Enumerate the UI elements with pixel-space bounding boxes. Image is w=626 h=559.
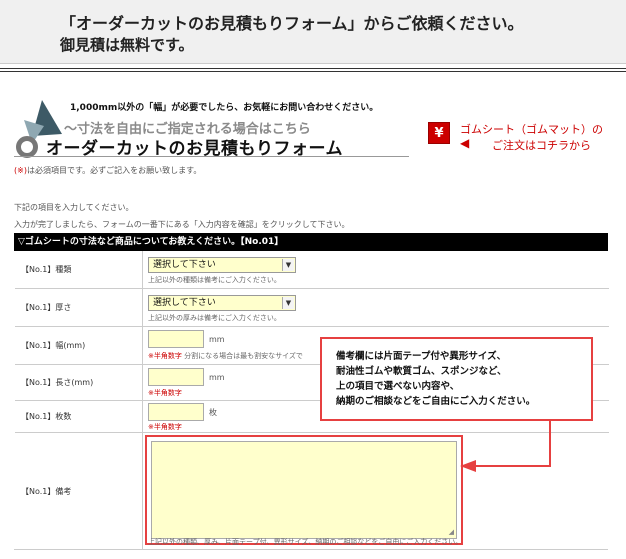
banner-subline: 御見積は無料です。 [60, 36, 194, 54]
length-input[interactable] [148, 368, 204, 386]
form-row-thickness: 【No.1】厚さ 選択して下さい ▼ 上記以外の厚みは備考にご入力ください。 [15, 289, 609, 327]
resize-handle-icon[interactable]: ◢ [449, 528, 454, 536]
yen-icon[interactable]: ¥ [428, 122, 450, 144]
callout-connector [549, 421, 551, 466]
unit-label: mm [209, 373, 225, 382]
circle-bullet-icon [16, 136, 38, 158]
required-note-text: は必須項目です。必ずご記入をお願い致します。 [26, 166, 202, 175]
field-label: 【No.1】幅(mm) [15, 327, 143, 364]
remarks-textarea[interactable]: ◢ [151, 441, 457, 539]
field-label: 【No.1】備考 [15, 433, 143, 549]
callout-line: 上の項目で選べない内容や、 [336, 381, 460, 392]
thickness-select[interactable]: 選択して下さい ▼ [148, 295, 296, 311]
arrow-left-icon: ◀ [460, 136, 470, 150]
section-header: ▽ゴムシートの寸法など商品についてお教えください。【No.01】 [14, 233, 608, 251]
field-hint: 上記以外の種類、厚み、片面テープ付、異形サイズ、納期のご相談などをご自由にご入力… [148, 538, 463, 546]
required-note: (※)は必須項目です。必ずご記入をお願い致します。 [14, 165, 201, 176]
quantity-input[interactable] [148, 403, 204, 421]
width-inquiry-note: 1,000mm以外の「幅」が必要でしたら、お気軽にお問い合わせください。 [70, 103, 379, 113]
width-input[interactable] [148, 330, 204, 348]
select-value: 選択して下さい [153, 260, 216, 270]
callout-line: 納期のご相談などをご自由にご入力ください。 [336, 396, 536, 407]
arrow-left-icon [460, 460, 476, 472]
chevron-down-icon[interactable]: ▼ [282, 297, 294, 309]
width-hint-text: 分割になる場合は最も割安なサイズで [184, 352, 303, 360]
remarks-highlight-frame: ◢ [145, 435, 463, 545]
unit-label: mm [209, 335, 225, 344]
remarks-callout: 備考欄には片面テープ付や異形サイズ、 耐油性ゴムや軟質ゴム、スポンジなど、 上の… [320, 337, 593, 421]
rubber-sheet-order-link-line2[interactable]: ご注文はコチラから [492, 137, 591, 153]
instruction-line: 下記の項目を入力してください。 [14, 203, 134, 212]
field-cell: 選択して下さい ▼ 上記以外の種類は備考にご入力ください。 [143, 251, 609, 288]
halfwidth-note: ※半角数字 [148, 352, 182, 360]
divider [0, 68, 626, 69]
field-cell: ◢ 上記以外の種類、厚み、片面テープ付、異形サイズ、納期のご相談などをご自由にご… [143, 433, 609, 549]
halfwidth-note: ※半角数字 [148, 389, 182, 397]
field-hint: 上記以外の種類は備考にご入力ください。 [148, 276, 281, 284]
instruction-line: 入力が完了しましたら、フォームの一番下にある「入力内容を確認」をクリックして下さ… [14, 220, 350, 229]
field-label: 【No.1】長さ(mm) [15, 365, 143, 400]
chevron-down-icon[interactable]: ▼ [282, 259, 294, 271]
callout-line: 耐油性ゴムや軟質ゴム、スポンジなど、 [336, 366, 507, 377]
field-cell: 選択して下さい ▼ 上記以外の厚みは備考にご入力ください。 [143, 289, 609, 326]
field-label: 【No.1】枚数 [15, 401, 143, 432]
banner-headline: 「オーダーカットのお見積もりフォーム」からご依頼ください。 [60, 14, 524, 33]
required-mark: (※) [14, 166, 27, 175]
callout-line: 備考欄には片面テープ付や異形サイズ、 [336, 351, 507, 362]
field-hint: 上記以外の厚みは備考にご入力ください。 [148, 314, 281, 322]
field-label: 【No.1】種類 [15, 251, 143, 288]
form-row-kind: 【No.1】種類 選択して下さい ▼ 上記以外の種類は備考にご入力ください。 [15, 251, 609, 289]
title-underline [14, 156, 409, 157]
divider [0, 71, 626, 72]
field-label: 【No.1】厚さ [15, 289, 143, 326]
unit-label: 枚 [209, 408, 217, 417]
select-value: 選択して下さい [153, 298, 216, 308]
field-hint: ※半角数字 分割になる場合は最も割安なサイズで [148, 351, 303, 361]
divider [14, 549, 608, 550]
top-banner: 「オーダーカットのお見積もりフォーム」からご依頼ください。 御見積は無料です。 [0, 0, 626, 64]
rubber-sheet-order-link[interactable]: ゴムシート（ゴムマット）の [460, 121, 603, 137]
callout-connector [476, 465, 551, 467]
halfwidth-note: ※半角数字 [148, 423, 182, 431]
form-row-remarks: 【No.1】備考 ◢ 上記以外の種類、厚み、片面テープ付、異形サイズ、納期のご相… [15, 433, 609, 549]
kind-select[interactable]: 選択して下さい ▼ [148, 257, 296, 273]
